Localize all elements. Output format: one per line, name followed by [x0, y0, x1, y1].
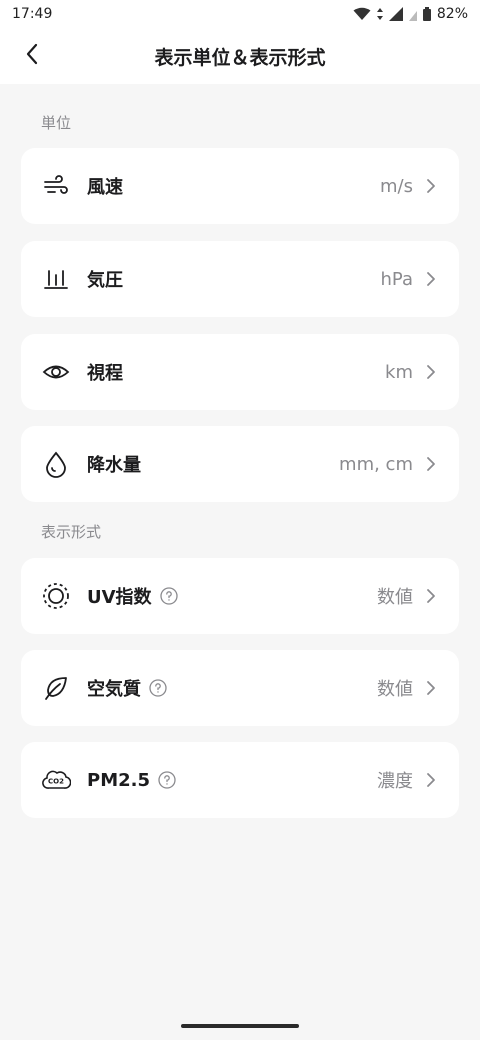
chevron-left-icon [25, 43, 39, 69]
leaf-icon [41, 673, 71, 703]
section-label-display: 表示形式 [41, 523, 102, 541]
row-value: 数値 [377, 679, 413, 700]
row-value: m/s [380, 175, 413, 197]
row-air-quality[interactable]: 空気質 数値 [21, 650, 459, 726]
row-wind-speed[interactable]: 風速 m/s [21, 148, 459, 224]
battery-percent: 82% [436, 6, 468, 22]
row-pm25[interactable]: CO2 PM2.5 濃度 [21, 742, 459, 818]
row-value: hPa [380, 268, 413, 290]
eye-icon [41, 357, 71, 387]
row-pressure[interactable]: 気圧 hPa [21, 241, 459, 317]
row-value: km [385, 361, 413, 383]
chevron-right-icon [423, 271, 439, 287]
chevron-right-icon [423, 588, 439, 604]
chevron-right-icon [423, 680, 439, 696]
page-title: 表示単位＆表示形式 [154, 46, 326, 69]
row-label: PM2.5 [87, 769, 150, 791]
home-indicator[interactable] [181, 1024, 299, 1028]
status-icons: 82% [353, 6, 468, 22]
section-label-units: 単位 [41, 114, 72, 132]
row-label: UV指数 [87, 587, 152, 608]
chevron-right-icon [423, 772, 439, 788]
signal-secondary-icon [408, 7, 417, 21]
chevron-right-icon [423, 456, 439, 472]
row-value: 濃度 [377, 771, 413, 792]
pressure-icon [41, 264, 71, 294]
back-button[interactable] [14, 38, 50, 74]
status-bar: 17:49 82% [0, 0, 480, 28]
help-icon[interactable] [149, 679, 167, 697]
row-visibility[interactable]: 視程 km [21, 334, 459, 410]
signal-icon [388, 7, 403, 21]
help-icon[interactable] [159, 587, 178, 605]
co2-cloud-icon: CO2 [41, 765, 71, 795]
row-value: mm, cm [339, 453, 413, 475]
wifi-icon [353, 7, 371, 21]
row-label: 降水量 [87, 455, 141, 476]
chevron-right-icon [423, 178, 439, 194]
battery-icon [422, 7, 431, 21]
status-time: 17:49 [12, 6, 53, 22]
droplet-icon [41, 449, 71, 479]
row-precipitation[interactable]: 降水量 mm, cm [21, 426, 459, 502]
wind-icon [41, 171, 71, 201]
chevron-right-icon [423, 364, 439, 380]
help-icon[interactable] [158, 771, 176, 789]
app-header: 表示単位＆表示形式 [0, 28, 480, 84]
svg-text:CO2: CO2 [48, 778, 64, 786]
row-label: 風速 [87, 177, 123, 198]
uv-icon [41, 581, 71, 611]
row-uv-index[interactable]: UV指数 数値 [21, 558, 459, 634]
data-arrows-icon [376, 8, 383, 20]
row-value: 数値 [377, 587, 413, 608]
row-label: 気圧 [87, 270, 123, 291]
row-label: 空気質 [87, 679, 141, 700]
row-label: 視程 [87, 363, 123, 384]
